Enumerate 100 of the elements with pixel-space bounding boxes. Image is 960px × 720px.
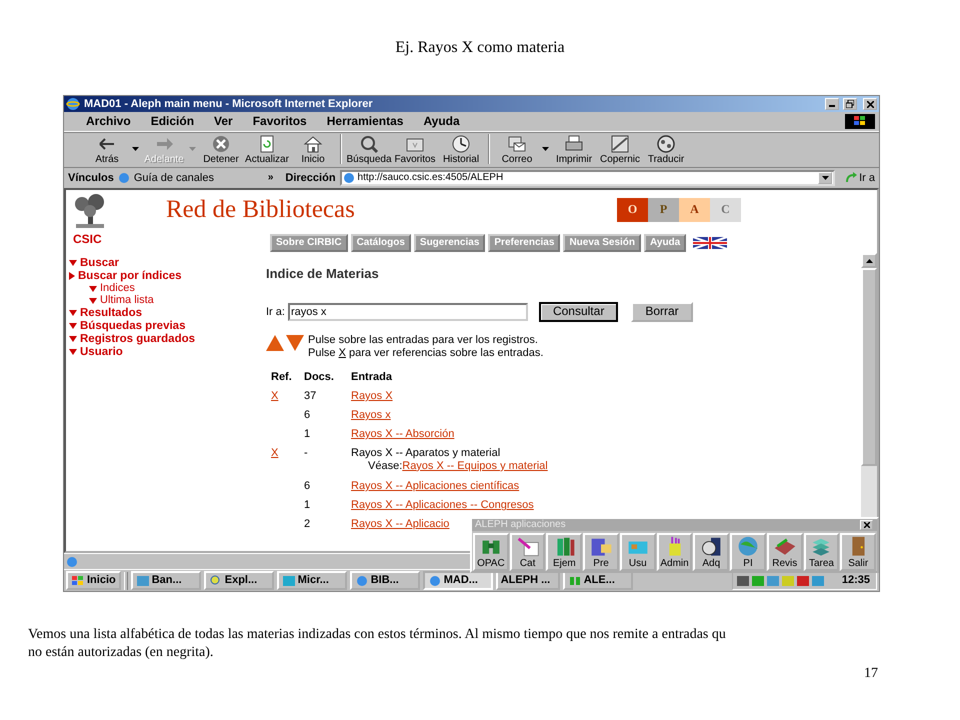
ref-link[interactable]: X <box>271 447 278 460</box>
caption-text: Vemos una lista alfabética de todas las materias indizadas con estos términos. Al mismo tiempo que nos remite a entradas qu <box>28 626 727 644</box>
sidebar-item[interactable]: Ultima lista <box>69 294 266 307</box>
entry-link[interactable]: Rayos X -- Aplicaciones -- Congresos <box>351 499 534 512</box>
opac-tile: C <box>710 198 741 222</box>
menu-item[interactable]: Ayuda <box>421 114 462 128</box>
close-button[interactable] <box>860 520 873 530</box>
search-field[interactable]: rayos x <box>288 302 528 321</box>
ref-link[interactable]: X <box>271 390 278 404</box>
browser-icon <box>66 556 78 568</box>
sidebar-item[interactable]: Resultados <box>69 306 266 320</box>
sidebar-item[interactable]: Búsquedas previas <box>69 320 266 333</box>
toolbar-button[interactable]: Atrás <box>84 134 130 165</box>
app-button[interactable]: Pre <box>583 533 619 571</box>
app-button[interactable]: Salir <box>840 533 876 571</box>
clock-icon <box>451 134 471 154</box>
column-header: Entrada <box>351 370 393 386</box>
tray-icon <box>750 574 765 586</box>
printer-icon <box>564 134 584 154</box>
restore-button[interactable] <box>843 98 857 110</box>
entry-link[interactable]: Rayos X <box>351 390 393 404</box>
menu-item[interactable]: Ver <box>212 114 235 128</box>
arrow-up-icon <box>866 258 872 262</box>
restore-icon <box>846 100 854 108</box>
app-button[interactable]: Cat <box>510 533 546 571</box>
clock-text: 12:35 <box>842 574 870 587</box>
dropdown-arrow-icon[interactable] <box>822 176 829 180</box>
toolbar-button[interactable]: Detener <box>198 134 244 165</box>
taskbar-button[interactable]: Expl... <box>204 571 274 590</box>
table-cell: 2 <box>304 518 310 532</box>
menu-item[interactable]: Favoritos <box>250 114 309 128</box>
tray-icon <box>766 574 780 586</box>
go-button[interactable]: Ir a <box>845 172 875 184</box>
menu-item[interactable]: Herramientas <box>324 114 406 128</box>
app-icon <box>354 574 369 588</box>
entry-link[interactable]: Rayos X -- Equipos y material <box>402 460 548 472</box>
close-button[interactable] <box>863 98 877 110</box>
sidebar-item[interactable]: Buscar por índices <box>69 270 266 283</box>
taskbar-button[interactable]: Ban... <box>130 571 201 590</box>
taskbar-button[interactable]: BIB... <box>350 571 420 590</box>
entry-link[interactable]: Rayos x <box>351 409 391 422</box>
more-links-button[interactable]: » <box>268 172 274 184</box>
app-button[interactable]: OPAC <box>473 533 509 571</box>
table-cell: 6 <box>304 480 310 494</box>
toolbar-button[interactable]: Favoritos <box>392 134 438 165</box>
sidebar-item[interactable]: Buscar <box>69 256 266 270</box>
app-icon <box>428 574 442 588</box>
app-button[interactable]: Revis <box>766 533 803 571</box>
tray-icon <box>736 574 750 586</box>
entry-link[interactable]: Rayos X -- Aplicacio <box>351 518 450 532</box>
sidebar-item[interactable]: Registros guardados <box>69 332 266 346</box>
toolbar-button[interactable]: Traducir <box>643 134 689 165</box>
column-header: Docs. <box>304 370 335 386</box>
app-icon <box>282 574 296 588</box>
browser-icon <box>342 172 355 184</box>
see-label: Véase: <box>368 460 402 472</box>
minimize-button[interactable] <box>825 98 839 110</box>
app-button[interactable]: Tarea <box>804 533 840 571</box>
scroll-up-button[interactable] <box>861 253 877 268</box>
entry-link[interactable]: Rayos X -- Aplicaciones científicas <box>351 480 520 494</box>
toolbar-button[interactable]: Inicio <box>290 134 336 165</box>
taskbar-button[interactable]: Micr... <box>276 571 347 590</box>
toolbar-button[interactable]: Correo <box>494 134 540 165</box>
stop-icon <box>211 134 231 154</box>
field-label: Ir a: <box>266 306 285 318</box>
toolbar-button[interactable]: Imprimir <box>551 134 597 165</box>
menu-item[interactable]: Archivo <box>84 114 133 128</box>
scroll-thumb[interactable] <box>861 268 877 466</box>
tray-icon <box>796 574 810 586</box>
toolbar-button[interactable]: Copernic <box>597 134 643 165</box>
consultar-button[interactable]: Consultar <box>538 302 618 322</box>
sidebar-item[interactable]: Usuario <box>69 346 266 359</box>
caret-icon[interactable] <box>542 147 549 151</box>
toolbar-button[interactable]: Búsqueda <box>346 134 392 165</box>
ref-link[interactable]: X <box>338 346 346 359</box>
link-item[interactable]: Guía de canales <box>134 172 264 184</box>
app-button[interactable]: Usu <box>620 533 656 571</box>
toolbar-button[interactable]: Actualizar <box>244 134 290 165</box>
instruction-text: Pulse X para ver referencias sobre las entradas. <box>308 346 544 360</box>
start-button[interactable]: Inicio <box>66 571 121 590</box>
palette-title: ALEPH aplicaciones <box>475 519 566 531</box>
borrar-button[interactable]: Borrar <box>631 302 693 322</box>
caption-text: no están autorizadas (en negrita). <box>28 644 214 662</box>
entry-link[interactable]: Rayos X -- Absorción <box>351 428 454 442</box>
home-icon <box>303 134 323 154</box>
caret-icon[interactable] <box>132 147 139 151</box>
toolbar-button[interactable]: Historial <box>438 134 484 165</box>
taskbar-button[interactable]: MAD... <box>422 571 493 590</box>
app-button[interactable]: Admin <box>656 533 692 571</box>
logo-label: CSIC <box>73 233 103 247</box>
app-button[interactable]: Adq <box>693 533 730 571</box>
sidebar-item[interactable]: Indices <box>69 282 266 295</box>
app-button[interactable]: PI <box>730 533 766 571</box>
go-arrow-icon <box>845 172 858 184</box>
menu-item[interactable]: Edición <box>148 114 196 128</box>
envelope-icon <box>507 134 527 154</box>
browser-icon <box>118 172 130 184</box>
pencil-icon <box>516 535 540 558</box>
app-button[interactable]: Ejem <box>546 533 582 571</box>
address-field[interactable]: http://sauco.csic.es:4505/ALEPH <box>340 170 836 186</box>
